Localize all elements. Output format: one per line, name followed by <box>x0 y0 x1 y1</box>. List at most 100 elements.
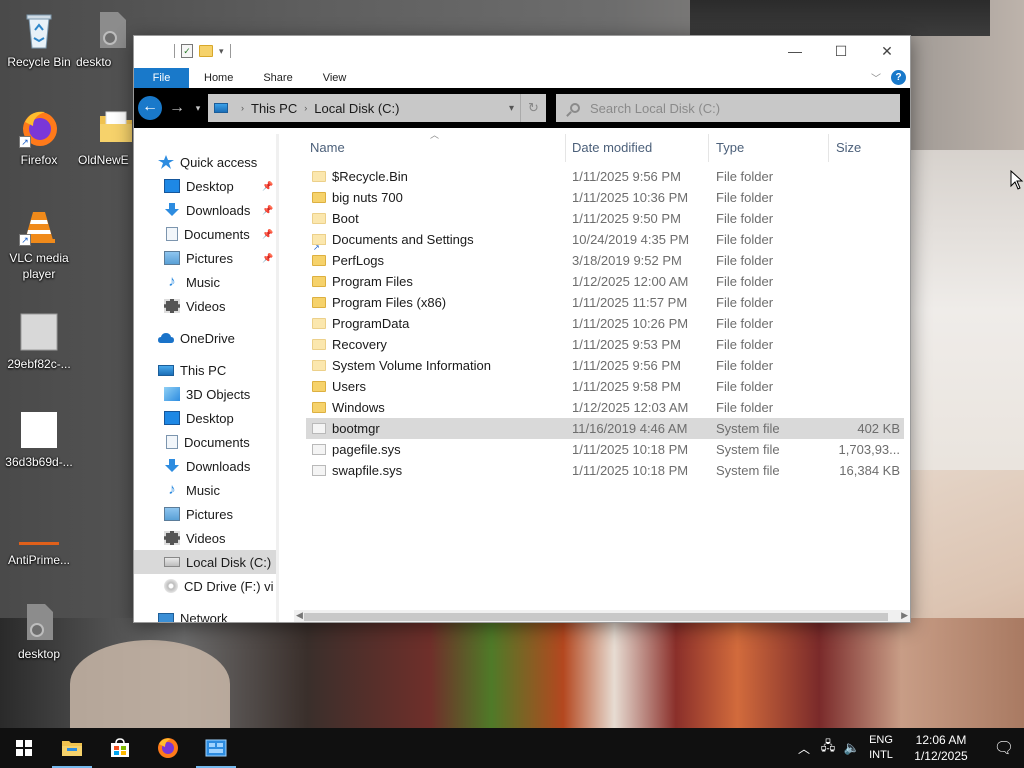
file-row[interactable]: $Recycle.Bin 1/11/2025 9:56 PM File fold… <box>306 166 904 187</box>
tab-share[interactable]: Share <box>247 68 306 88</box>
minimize-button[interactable]: — <box>772 36 818 66</box>
desktop-icon-vlc[interactable]: ↗ VLC media player <box>1 206 77 282</box>
nav-quick-access[interactable]: Quick access <box>158 150 279 174</box>
clock[interactable]: 12:06 AM 1/12/2025 <box>898 732 984 764</box>
taskbar-control-panel[interactable] <box>192 728 240 768</box>
desktop-icon-oldnew[interactable]: OldNewE <box>78 108 134 168</box>
volume-muted-icon[interactable]: 🔈 <box>840 740 864 756</box>
nav-onedrive[interactable]: OneDrive <box>158 326 279 350</box>
file-row[interactable]: Users 1/11/2025 9:58 PM File folder <box>306 376 904 397</box>
file-row[interactable]: swapfile.sys 1/11/2025 10:18 PM System f… <box>306 460 904 481</box>
nav-music[interactable]: ♪ Music <box>164 270 279 294</box>
tab-file[interactable]: File <box>134 68 189 88</box>
nav-pictures[interactable]: Pictures 📌 <box>164 246 279 270</box>
customize-toolbar-chevron-icon[interactable]: ▾ <box>219 46 224 57</box>
pin-icon[interactable]: 📌 <box>262 229 273 240</box>
file-row[interactable]: Windows 1/12/2025 12:03 AM File folder <box>306 397 904 418</box>
nav-local-disk-c[interactable]: Local Disk (C:) <box>134 550 276 574</box>
recent-locations-chevron-icon[interactable]: ▾ <box>192 103 204 114</box>
help-icon[interactable]: ? <box>891 70 906 85</box>
column-divider[interactable] <box>828 134 829 162</box>
file-row[interactable]: Recovery 1/11/2025 9:53 PM File folder <box>306 334 904 355</box>
back-arrow-icon[interactable]: ← <box>138 96 162 120</box>
pin-icon[interactable]: 📌 <box>262 253 273 264</box>
nav-videos[interactable]: Videos <box>164 294 279 318</box>
file-row[interactable]: Boot 1/11/2025 9:50 PM File folder <box>306 208 904 229</box>
file-row[interactable]: Program Files 1/12/2025 12:00 AM File fo… <box>306 271 904 292</box>
column-header-type[interactable]: Type <box>712 134 828 162</box>
pin-icon[interactable]: 📌 <box>262 205 273 216</box>
column-header-size[interactable]: Size <box>832 134 908 162</box>
ribbon-tabs: File Home Share View ﹀ ? <box>134 68 910 88</box>
file-row[interactable]: Program Files (x86) 1/11/2025 11:57 PM F… <box>306 292 904 313</box>
desktop-icon-29ebf82c[interactable]: 29ebf82c-... <box>1 312 77 372</box>
desktop-icon-36d3b69d[interactable]: 36d3b69d-... <box>1 410 77 470</box>
nav-pc-documents[interactable]: Documents <box>164 430 279 454</box>
nav-pc-pictures[interactable]: Pictures <box>164 502 279 526</box>
taskbar-file-explorer[interactable] <box>48 728 96 768</box>
quick-access-toolbar: ✓ ▾ <box>174 44 231 58</box>
desktop-icon-recycle-bin[interactable]: Recycle Bin <box>1 10 77 70</box>
scroll-down-icon[interactable]: ▼ <box>278 613 279 622</box>
desktop-icon-deskto[interactable]: deskto <box>76 10 134 70</box>
breadcrumb-local-disk[interactable]: Local Disk (C:) <box>314 101 399 116</box>
file-row-selected[interactable]: bootmgr 11/16/2019 4:46 AM System file 4… <box>306 418 904 439</box>
nav-pc-videos[interactable]: Videos <box>164 526 279 550</box>
show-hidden-icons-chevron-icon[interactable]: ︿ <box>792 740 816 757</box>
column-header-date[interactable]: Date modified <box>568 134 708 162</box>
scroll-up-icon[interactable]: ▲ <box>278 136 279 145</box>
close-button[interactable]: ✕ <box>864 36 910 66</box>
file-row[interactable]: PerfLogs 3/18/2019 9:52 PM File folder <box>306 250 904 271</box>
taskbar-firefox[interactable] <box>144 728 192 768</box>
breadcrumb-chevron-icon[interactable]: › <box>241 103 244 113</box>
input-language[interactable]: ENG INTL <box>864 733 898 763</box>
column-divider[interactable] <box>565 134 566 162</box>
nav-3d-objects[interactable]: 3D Objects <box>164 382 279 406</box>
new-folder-icon[interactable] <box>199 45 213 57</box>
desktop-icon-antiprime[interactable]: AntiPrime... <box>1 508 77 568</box>
properties-check-icon[interactable]: ✓ <box>181 44 193 58</box>
nav-scrollbar[interactable]: ▲ ▼ <box>276 134 279 622</box>
refresh-icon[interactable]: ↻ <box>520 94 546 122</box>
maximize-button[interactable]: ☐ <box>818 36 864 66</box>
tab-view[interactable]: View <box>307 68 361 88</box>
tab-home[interactable]: Home <box>189 68 247 88</box>
scroll-left-icon[interactable]: ◀ <box>296 610 303 621</box>
horizontal-scrollbar[interactable]: ◀ ▶ <box>294 610 910 622</box>
desktop-icon-desktop[interactable]: desktop <box>1 602 77 662</box>
taskbar-store[interactable] <box>96 728 144 768</box>
file-row[interactable]: System Volume Information 1/11/2025 9:56… <box>306 355 904 376</box>
file-row[interactable]: Documents and Settings 10/24/2019 4:35 P… <box>306 229 904 258</box>
file-row[interactable]: pagefile.sys 1/11/2025 10:18 PM System f… <box>306 439 904 460</box>
desktop-icon-firefox[interactable]: ↗ Firefox <box>1 108 77 168</box>
nav-pc-downloads[interactable]: Downloads <box>164 454 279 478</box>
expand-ribbon-chevron-icon[interactable]: ﹀ <box>871 70 881 85</box>
nav-desktop[interactable]: Desktop 📌 <box>164 174 279 198</box>
scroll-right-icon[interactable]: ▶ <box>901 610 908 621</box>
forward-arrow-icon[interactable]: → <box>166 99 188 117</box>
nav-downloads[interactable]: Downloads 📌 <box>164 198 279 222</box>
breadcrumb-this-pc[interactable]: This PC <box>251 101 297 116</box>
address-bar[interactable]: › This PC › Local Disk (C:) ▾ <box>208 94 520 122</box>
file-row[interactable]: ProgramData 1/11/2025 10:26 PM File fold… <box>306 313 904 334</box>
pin-icon[interactable]: 📌 <box>262 181 273 192</box>
scrollbar-thumb[interactable] <box>304 613 888 621</box>
search-box[interactable]: Search Local Disk (C:) <box>556 94 900 122</box>
nav-network[interactable]: Network <box>158 606 279 622</box>
folder-icon <box>312 360 326 371</box>
nav-pc-music[interactable]: ♪ Music <box>164 478 279 502</box>
file-date: 1/11/2025 10:18 PM <box>572 463 689 478</box>
network-icon[interactable]: 🖧 <box>816 737 840 759</box>
breadcrumb-chevron-icon[interactable]: › <box>304 103 307 113</box>
nav-cd-drive[interactable]: CD Drive (F:) vi <box>164 574 279 598</box>
nav-documents[interactable]: Documents 📌 <box>164 222 279 246</box>
nav-pc-desktop[interactable]: Desktop <box>164 406 279 430</box>
notification-center-icon[interactable]: 🗨 <box>984 738 1024 758</box>
start-button[interactable] <box>0 728 48 768</box>
column-divider[interactable] <box>708 134 709 162</box>
title-bar[interactable]: ✓ ▾ — ☐ ✕ <box>134 36 910 68</box>
column-header-name[interactable]: Name <box>306 134 558 162</box>
nav-this-pc[interactable]: This PC <box>158 358 279 382</box>
file-row[interactable]: big nuts 700 1/11/2025 10:36 PM File fol… <box>306 187 904 208</box>
address-dropdown-icon[interactable]: ▾ <box>509 103 514 114</box>
